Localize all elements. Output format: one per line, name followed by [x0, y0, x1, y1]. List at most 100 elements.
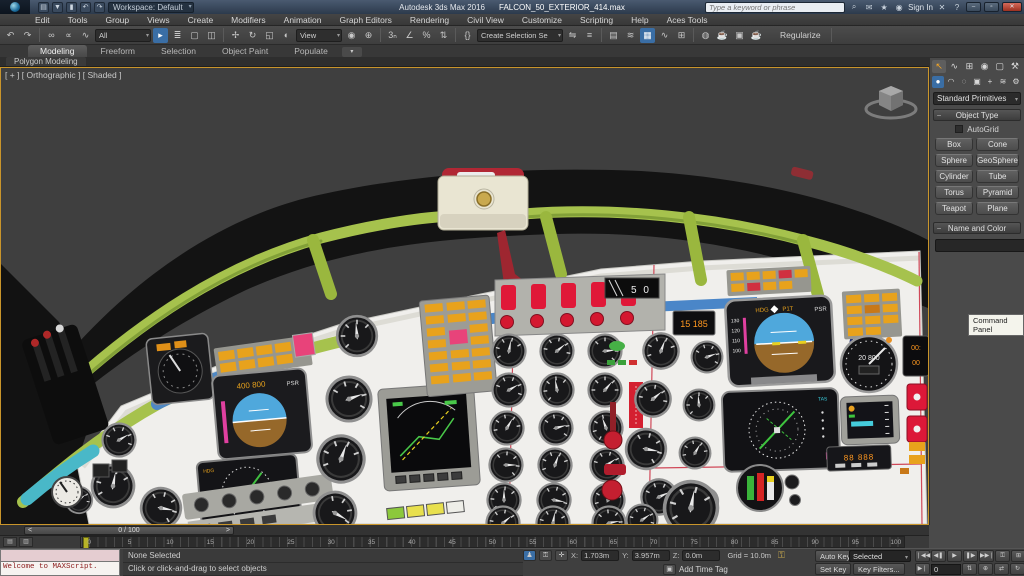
next-frame-icon[interactable]: ❚▶	[963, 550, 978, 562]
render-setup-icon[interactable]: ☕	[715, 28, 730, 43]
viewcube[interactable]	[862, 78, 920, 124]
menu-customize[interactable]: Customize	[513, 15, 571, 25]
y-coordinate-field[interactable]: 3.957m	[632, 550, 670, 561]
menu-tools[interactable]: Tools	[59, 15, 97, 25]
mini-curve-editor-icon[interactable]: ▤	[3, 537, 17, 547]
spinner-snap-icon[interactable]: ⇅	[436, 28, 451, 43]
shapes-category-icon[interactable]: ◠	[945, 76, 957, 88]
menu-edit[interactable]: Edit	[26, 15, 59, 25]
use-pivot-center-icon[interactable]: ◉	[344, 28, 359, 43]
selection-lock-icon[interactable]: ⚿	[539, 550, 552, 561]
redo-quick-icon[interactable]: ↷	[94, 2, 105, 13]
schematic-view-icon[interactable]: ⊞	[674, 28, 689, 43]
angle-snap-icon[interactable]: ∠	[402, 28, 417, 43]
percent-snap-icon[interactable]: %	[419, 28, 434, 43]
undo-icon[interactable]: ↶	[3, 28, 18, 43]
ribbon-tab-modeling[interactable]: Modeling	[28, 45, 87, 57]
pan-icon[interactable]: ⇄	[994, 563, 1009, 575]
select-manipulate-icon[interactable]: ⊕	[361, 28, 376, 43]
menu-graph-editors[interactable]: Graph Editors	[330, 15, 400, 25]
ribbon-tab-object-paint[interactable]: Object Paint	[210, 45, 280, 57]
material-editor-icon[interactable]: ◍	[698, 28, 713, 43]
selection-filter-dropdown[interactable]: All	[95, 29, 151, 42]
mirror-icon[interactable]: ⇋	[565, 28, 580, 43]
menu-civil-view[interactable]: Civil View	[458, 15, 513, 25]
helpers-category-icon[interactable]: +	[984, 76, 996, 88]
current-frame-field[interactable]: 0	[931, 564, 961, 575]
primitive-button-cylinder[interactable]: Cylinder	[935, 170, 973, 183]
undo-quick-icon[interactable]: ↶	[80, 2, 91, 13]
primitive-button-plane[interactable]: Plane	[976, 202, 1019, 215]
close-button[interactable]: ✕	[1002, 2, 1022, 12]
motion-tab-icon[interactable]: ◉	[978, 60, 992, 73]
favorites-icon[interactable]: ★	[878, 3, 890, 12]
unlink-selection-icon[interactable]: ∝	[61, 28, 76, 43]
name-color-rollout[interactable]: − Name and Color	[933, 222, 1021, 234]
named-selection-dropdown[interactable]: Create Selection Se	[477, 29, 563, 42]
new-file-icon[interactable]: ▤	[38, 2, 49, 13]
search-icon[interactable]: ⌕	[848, 2, 860, 12]
primitive-button-cone[interactable]: Cone	[976, 138, 1019, 151]
track-bar-ruler[interactable]: 0510152025303540455055606570758085909510…	[80, 536, 905, 548]
track-bar-filter-icon[interactable]: ▥	[19, 537, 33, 547]
align-icon[interactable]: ≡	[582, 28, 597, 43]
key-filters-button[interactable]: Key Filters...	[853, 563, 905, 575]
previous-frame-icon[interactable]: ◀❚	[931, 550, 946, 562]
select-and-move-icon[interactable]: ✢	[228, 28, 243, 43]
select-and-place-icon[interactable]: ◐	[279, 28, 294, 43]
ribbon-tab-populate[interactable]: Populate	[282, 45, 340, 57]
zoom-icon[interactable]: ⊕	[978, 563, 993, 575]
utilities-tab-icon[interactable]: ⚒	[1008, 60, 1022, 73]
community-icon[interactable]: ✉	[863, 3, 875, 12]
menu-rendering[interactable]: Rendering	[401, 15, 458, 25]
autogrid-checkbox[interactable]	[955, 125, 963, 133]
polygon-modeling-panel[interactable]: Polygon Modeling	[6, 57, 86, 66]
menu-create[interactable]: Create	[179, 15, 223, 25]
minimize-button[interactable]: –	[966, 2, 981, 12]
ribbon-tab-selection[interactable]: Selection	[149, 45, 208, 57]
set-key-button[interactable]: Set Key	[815, 563, 851, 575]
maxscript-mini-listener[interactable]: Welcome to MAXScript.	[0, 549, 120, 576]
x-coordinate-field[interactable]: 1.703m	[581, 550, 619, 561]
reference-coordinate-dropdown[interactable]: View	[296, 29, 342, 42]
time-slider-handle[interactable]: < 0 / 100 >	[24, 526, 234, 535]
orbit-icon[interactable]: ↻	[1010, 563, 1024, 575]
menu-animation[interactable]: Animation	[275, 15, 331, 25]
maxscript-macro-pane[interactable]	[0, 549, 120, 562]
primitive-button-geosphere[interactable]: GeoSphere	[976, 154, 1019, 167]
go-to-frame-icon[interactable]: ▶❘	[915, 563, 930, 575]
primitive-button-sphere[interactable]: Sphere	[935, 154, 973, 167]
bind-to-spacewarp-icon[interactable]: ∿	[78, 28, 93, 43]
select-and-scale-icon[interactable]: ◱	[262, 28, 277, 43]
window-crossing-icon[interactable]: ◫	[204, 28, 219, 43]
time-tag-icon[interactable]: ▣	[663, 564, 676, 575]
ribbon-toggle-icon[interactable]: ▦	[640, 28, 655, 43]
ribbon-tab-freeform[interactable]: Freeform	[89, 45, 147, 57]
time-slider-track[interactable]: < 0 / 100 >	[0, 525, 929, 536]
menu-group[interactable]: Group	[97, 15, 139, 25]
primitive-type-dropdown[interactable]: Standard Primitives	[933, 92, 1021, 105]
primitive-button-teapot[interactable]: Teapot	[935, 202, 973, 215]
select-and-link-icon[interactable]: ∞	[44, 28, 59, 43]
frame-back-arrow[interactable]: <	[28, 527, 32, 534]
object-name-field[interactable]	[935, 239, 1024, 252]
primitive-button-box[interactable]: Box	[935, 138, 973, 151]
zoom-extents-all-icon[interactable]: ⊞	[1011, 550, 1024, 562]
object-type-rollout[interactable]: − Object Type	[933, 109, 1021, 121]
curve-editor-icon[interactable]: ∿	[657, 28, 672, 43]
scene-explorer-icon[interactable]: ▤	[606, 28, 621, 43]
key-icon[interactable]: ⚿	[778, 550, 785, 561]
menu-modifiers[interactable]: Modifiers	[222, 15, 274, 25]
create-tab-icon[interactable]: ↖	[932, 60, 946, 73]
help-icon[interactable]: ?	[951, 3, 963, 12]
app-logo[interactable]	[0, 0, 30, 14]
menu-aces-tools[interactable]: Aces Tools	[658, 15, 717, 25]
redo-icon[interactable]: ↷	[20, 28, 35, 43]
cameras-category-icon[interactable]: ▣	[971, 76, 983, 88]
display-tab-icon[interactable]: ▢	[993, 60, 1007, 73]
modify-tab-icon[interactable]: ∿	[947, 60, 961, 73]
geometry-category-icon[interactable]: ●	[932, 76, 944, 88]
viewport[interactable]: [ + ] [ Orthographic ] [ Shaded ]	[0, 67, 929, 525]
go-to-start-icon[interactable]: ❘◀◀	[915, 550, 930, 562]
restore-button[interactable]: ▫	[984, 2, 999, 12]
